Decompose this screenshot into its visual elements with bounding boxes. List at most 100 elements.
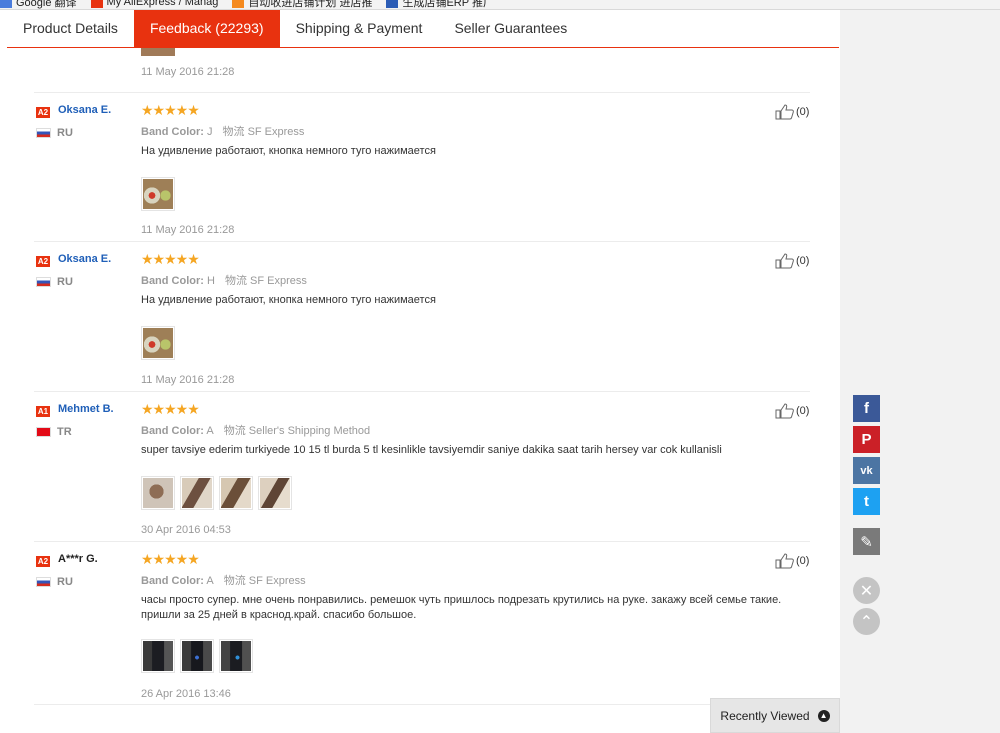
review-photos (141, 177, 175, 211)
review-photos (141, 639, 253, 673)
review-photo[interactable] (258, 476, 292, 510)
review-photos (141, 476, 292, 510)
review-meta: Band Color: A 物流 SF Express (141, 572, 306, 588)
band-color-label: Band Color: (141, 425, 204, 437)
photo-image (182, 478, 212, 508)
review-photo[interactable] (141, 326, 175, 360)
thumbs-up-icon (775, 104, 794, 120)
vk-icon: vk (860, 464, 873, 477)
bookmark-google-translate[interactable]: Google 翻译 (0, 0, 77, 9)
review-text: На удивление работают, кнопка немного ту… (141, 145, 436, 157)
shipping-method: 物流 SF Express (222, 126, 305, 138)
flag-ru-icon (36, 577, 51, 587)
pinterest-icon: P (861, 431, 872, 448)
prev-review-thumb[interactable] (141, 48, 175, 56)
buyer-level-badge: A2 (36, 556, 50, 567)
rating-stars: ★★★★★ (141, 102, 200, 118)
photo-image (182, 641, 212, 671)
rating-stars: ★★★★★ (141, 401, 200, 417)
review-photo[interactable] (141, 177, 175, 211)
helpful-button[interactable]: (0) (775, 104, 809, 120)
band-color-value: J (207, 126, 213, 138)
reviewer-country: RU (57, 576, 73, 588)
review-meta: Band Color: J 物流 SF Express (141, 123, 304, 139)
review-photo[interactable] (180, 476, 214, 510)
reviewer-country: RU (57, 276, 73, 288)
tab-seller-guarantees[interactable]: Seller Guarantees (438, 10, 583, 47)
product-tabs: Product Details Feedback (22293) Shippin… (7, 10, 839, 48)
buyer-level-badge: A2 (36, 256, 50, 267)
twitter-share-button[interactable]: t (853, 488, 880, 515)
recently-viewed-button[interactable]: Recently Viewed ▲ (710, 698, 840, 733)
recently-viewed-label: Recently Viewed (720, 708, 810, 723)
facebook-icon: f (864, 400, 869, 417)
chevron-up-icon: ⌃ (859, 613, 874, 631)
review-date: 30 Apr 2016 04:53 (141, 524, 231, 536)
tab-feedback[interactable]: Feedback (22293) (133, 10, 280, 47)
helpful-button[interactable]: (0) (775, 253, 809, 269)
photo-image (143, 179, 173, 209)
photo-image (143, 478, 173, 508)
rating-stars: ★★★★★ (141, 251, 200, 267)
photo-image (221, 641, 251, 671)
review-item: A2 A***r G. RU ★★★★★ Band Color: A 物流 SF … (34, 541, 810, 705)
bookmark-store[interactable]: 自动收进店铺计划 进店推 (232, 0, 372, 9)
thumbs-up-icon (775, 403, 794, 419)
review-date: 11 May 2016 21:28 (141, 374, 235, 386)
review-photo[interactable] (219, 639, 253, 673)
band-color-label: Band Color: (141, 275, 204, 287)
photo-image (221, 478, 251, 508)
helpful-count: (0) (796, 555, 810, 567)
flag-ru-icon (36, 277, 51, 287)
photo-image (143, 641, 173, 671)
buyer-level-badge: A1 (36, 406, 50, 417)
aliexpress-icon (90, 0, 103, 8)
photo-image (143, 328, 173, 358)
review-date: 11 May 2016 21:28 (141, 224, 235, 236)
reviewer-name[interactable]: Oksana E. (58, 104, 111, 116)
helpful-button[interactable]: (0) (775, 403, 809, 419)
reviewer-country: TR (57, 426, 72, 438)
shipping-method: 物流 Seller's Shipping Method (223, 425, 371, 437)
review-photo[interactable] (180, 639, 214, 673)
review-photo[interactable] (141, 639, 175, 673)
facebook-share-button[interactable]: f (853, 395, 880, 422)
review-item: A1 Mehmet B. TR ★★★★★ Band Color: A 物流 Se… (34, 391, 810, 541)
vk-share-button[interactable]: vk (853, 457, 880, 484)
photo-image (260, 478, 290, 508)
band-color-value: A (206, 425, 214, 437)
helpful-count: (0) (796, 106, 810, 118)
shipping-method: 物流 SF Express (223, 575, 306, 587)
reviewer-name[interactable]: Oksana E. (58, 253, 111, 265)
helpful-button[interactable]: (0) (775, 553, 809, 569)
bookmark-erp[interactable]: 生成店铺ERP 推广 (386, 0, 494, 9)
review-photo[interactable] (219, 476, 253, 510)
thumbs-up-icon (775, 253, 794, 269)
thumbs-up-icon (775, 553, 794, 569)
helpful-count: (0) (796, 405, 810, 417)
review-list-divider (34, 704, 810, 705)
bookmarks-bar: Google 翻译 My AliExpress / Manag 自动收进店铺计划… (0, 0, 1000, 10)
tab-shipping-payment[interactable]: Shipping & Payment (280, 10, 439, 47)
close-button[interactable]: ✕ (853, 577, 880, 604)
erp-icon (386, 0, 399, 8)
reviewer-country: RU (57, 127, 73, 139)
review-meta: Band Color: H 物流 SF Express (141, 272, 307, 288)
band-color-label: Band Color: (141, 126, 204, 138)
product-content: Product Details Feedback (22293) Shippin… (0, 10, 840, 733)
store-icon (232, 0, 245, 8)
tab-product-details[interactable]: Product Details (7, 10, 134, 47)
review-text: На удивление работают, кнопка немного ту… (141, 294, 436, 306)
review-item: A2 Oksana E. RU ★★★★★ Band Color: J 物流 SF… (34, 92, 810, 241)
review-text: super tavsiye ederim turkiyede 10 15 tl … (141, 444, 722, 456)
review-item: A2 Oksana E. RU ★★★★★ Band Color: H 物流 SF… (34, 241, 810, 391)
pinterest-share-button[interactable]: P (853, 426, 880, 453)
bookmark-aliexpress[interactable]: My AliExpress / Manag (90, 0, 218, 8)
back-to-top-button[interactable]: ⌃ (853, 608, 880, 635)
review-photos (141, 326, 175, 360)
review-text: часы просто супер. мне очень понравились… (141, 594, 782, 621)
review-photo[interactable] (141, 476, 175, 510)
reviewer-name[interactable]: Mehmet B. (58, 403, 114, 415)
edit-button[interactable]: ✎ (853, 528, 880, 555)
review-date: 26 Apr 2016 13:46 (141, 688, 231, 700)
